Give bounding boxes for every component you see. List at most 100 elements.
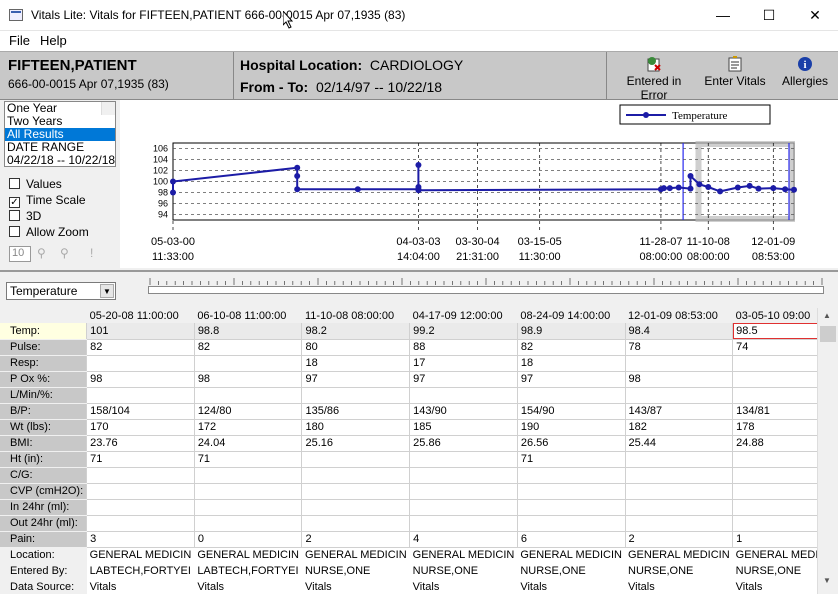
vital-value-cell[interactable]: 143/90 xyxy=(409,403,518,420)
range-list-scrollbar[interactable] xyxy=(101,102,115,115)
menu-help[interactable]: Help xyxy=(40,33,67,48)
vital-value-cell[interactable]: 0 xyxy=(194,531,303,548)
values-option[interactable]: Values xyxy=(9,177,62,191)
vital-value-cell[interactable]: 97 xyxy=(517,371,626,388)
vital-value-cell[interactable] xyxy=(194,467,303,484)
vital-value-cell[interactable]: 135/86 xyxy=(301,403,411,420)
vital-value-cell[interactable]: 98.8 xyxy=(194,323,303,340)
vital-value-cell[interactable] xyxy=(732,467,817,484)
values-checkbox[interactable] xyxy=(9,178,20,189)
time-scale-checkbox[interactable]: ✓ xyxy=(9,197,20,208)
vital-value-cell[interactable]: 25.86 xyxy=(409,435,518,452)
vital-value-cell[interactable] xyxy=(409,499,518,516)
vital-value-cell[interactable]: 98.2 xyxy=(301,323,411,340)
vital-value-cell[interactable] xyxy=(732,371,817,388)
vital-value-cell[interactable]: 190 xyxy=(517,419,626,436)
scroll-up-icon[interactable]: ▲ xyxy=(823,311,831,320)
vital-value-cell[interactable]: 170 xyxy=(86,419,195,436)
vital-value-cell[interactable] xyxy=(194,483,303,500)
range-option-custom[interactable]: 04/22/18 -- 10/22/18 xyxy=(5,154,115,167)
vital-value-cell[interactable]: 18 xyxy=(301,355,411,372)
grid-position-slider[interactable] xyxy=(148,286,824,294)
enter-vitals-button[interactable]: Enter Vitals xyxy=(704,56,766,88)
minimize-button[interactable]: — xyxy=(700,0,746,31)
scroll-down-icon[interactable]: ▼ xyxy=(823,576,831,585)
vital-value-cell[interactable] xyxy=(301,387,411,404)
vital-value-cell[interactable]: 98.5 xyxy=(732,323,817,340)
vital-value-cell[interactable] xyxy=(301,467,411,484)
vital-value-cell[interactable] xyxy=(517,515,626,532)
allow-zoom-checkbox[interactable] xyxy=(9,226,20,237)
vital-value-cell[interactable] xyxy=(194,499,303,516)
vital-value-cell[interactable]: 134/81 xyxy=(732,403,817,420)
vital-value-cell[interactable] xyxy=(409,483,518,500)
zoom-in-icon[interactable]: ⚲ xyxy=(37,246,46,260)
vital-value-cell[interactable] xyxy=(86,387,195,404)
maximize-button[interactable]: ☐ xyxy=(746,0,792,31)
allow-zoom-option[interactable]: Allow Zoom xyxy=(9,225,89,239)
vital-value-cell[interactable] xyxy=(732,387,817,404)
scroll-thumb[interactable] xyxy=(820,326,836,342)
vital-value-cell[interactable]: 71 xyxy=(517,451,626,468)
vital-type-select[interactable]: Temperature ▼ xyxy=(6,282,116,300)
close-button[interactable]: ✕ xyxy=(792,0,838,31)
vital-value-cell[interactable]: 17 xyxy=(409,355,518,372)
vital-value-cell[interactable] xyxy=(194,515,303,532)
vital-value-cell[interactable]: 3 xyxy=(86,531,195,548)
vital-value-cell[interactable]: 24.88 xyxy=(732,435,817,452)
vital-value-cell[interactable]: 98.4 xyxy=(625,323,734,340)
3d-option[interactable]: 3D xyxy=(9,209,41,223)
vital-value-cell[interactable]: 124/80 xyxy=(194,403,303,420)
vital-value-cell[interactable] xyxy=(625,451,734,468)
vital-value-cell[interactable]: 97 xyxy=(409,371,518,388)
vital-value-cell[interactable]: 88 xyxy=(409,339,518,356)
vital-value-cell[interactable]: 4 xyxy=(409,531,518,548)
vital-value-cell[interactable] xyxy=(194,355,303,372)
vital-value-cell[interactable]: 2 xyxy=(625,531,734,548)
vital-value-cell[interactable] xyxy=(732,451,817,468)
chevron-down-icon[interactable]: ▼ xyxy=(100,284,114,298)
vital-value-cell[interactable]: 158/104 xyxy=(86,403,195,420)
vital-value-cell[interactable]: 98.9 xyxy=(517,323,626,340)
vital-value-cell[interactable] xyxy=(86,515,195,532)
vital-value-cell[interactable] xyxy=(517,483,626,500)
vital-value-cell[interactable] xyxy=(301,515,411,532)
vital-value-cell[interactable] xyxy=(409,387,518,404)
vital-value-cell[interactable] xyxy=(625,467,734,484)
vital-value-cell[interactable] xyxy=(86,483,195,500)
vital-value-cell[interactable]: 178 xyxy=(732,419,817,436)
vital-value-cell[interactable]: 154/90 xyxy=(517,403,626,420)
allergies-button[interactable]: i Allergies xyxy=(780,56,830,88)
vital-value-cell[interactable]: 185 xyxy=(409,419,518,436)
vital-value-cell[interactable]: 97 xyxy=(301,371,411,388)
vital-value-cell[interactable]: 24.04 xyxy=(194,435,303,452)
vital-value-cell[interactable]: 25.44 xyxy=(625,435,734,452)
vital-value-cell[interactable] xyxy=(86,355,195,372)
vital-value-cell[interactable]: 172 xyxy=(194,419,303,436)
vital-value-cell[interactable]: 98 xyxy=(86,371,195,388)
vital-value-cell[interactable] xyxy=(194,387,303,404)
vital-value-cell[interactable]: 99.2 xyxy=(409,323,518,340)
vital-value-cell[interactable]: 18 xyxy=(517,355,626,372)
vital-value-cell[interactable] xyxy=(732,515,817,532)
vital-value-cell[interactable] xyxy=(301,483,411,500)
vital-value-cell[interactable] xyxy=(625,355,734,372)
date-range-list[interactable]: One Year Two Years All Results DATE RANG… xyxy=(4,101,116,167)
vital-value-cell[interactable]: 6 xyxy=(517,531,626,548)
vital-value-cell[interactable] xyxy=(517,387,626,404)
vital-value-cell[interactable]: 26.56 xyxy=(517,435,626,452)
menu-file[interactable]: File xyxy=(9,33,30,48)
vital-value-cell[interactable] xyxy=(732,355,817,372)
zoom-spin-input[interactable]: 10 xyxy=(9,246,31,262)
vital-value-cell[interactable] xyxy=(301,499,411,516)
vital-value-cell[interactable] xyxy=(625,387,734,404)
vital-value-cell[interactable]: 101 xyxy=(86,323,195,340)
vital-value-cell[interactable]: 98 xyxy=(194,371,303,388)
vital-value-cell[interactable]: 25.16 xyxy=(301,435,411,452)
vital-value-cell[interactable] xyxy=(409,467,518,484)
time-scale-option[interactable]: ✓ Time Scale xyxy=(9,193,86,208)
vital-value-cell[interactable] xyxy=(409,515,518,532)
vital-value-cell[interactable]: 182 xyxy=(625,419,734,436)
grid-vertical-scrollbar[interactable]: ▲ ▼ xyxy=(817,308,838,594)
vital-value-cell[interactable] xyxy=(732,499,817,516)
